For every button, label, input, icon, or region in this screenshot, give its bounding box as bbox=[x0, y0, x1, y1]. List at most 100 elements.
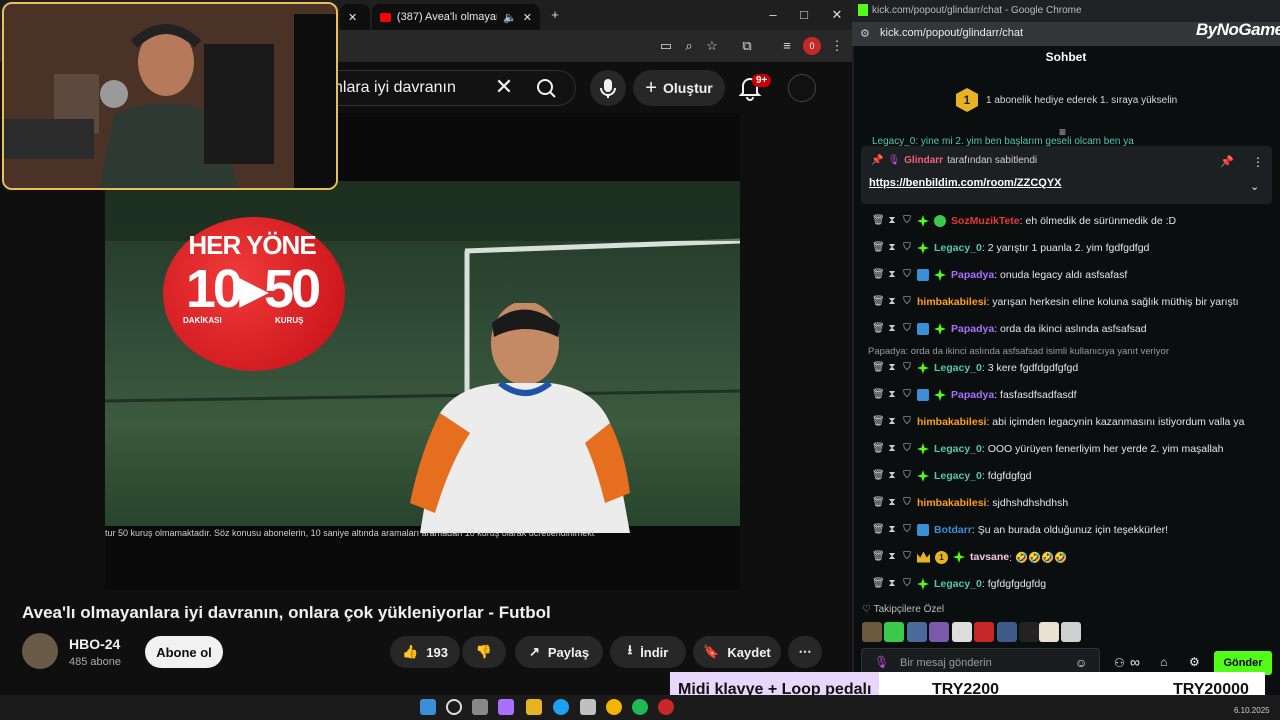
chat-message[interactable]: 🗑 ⧗ ⛉ SozMuzikTete: eh ölmedik de sürünmedi… bbox=[872, 211, 1176, 231]
chat-username[interactable]: SozMuzikTete bbox=[951, 215, 1020, 227]
chat-message[interactable]: 🗑 ⧗ ⛉ himbakabilesi: abi içimden legacynin … bbox=[872, 412, 1244, 432]
close-icon[interactable]: ✕ bbox=[348, 11, 357, 24]
account-avatar[interactable] bbox=[788, 74, 816, 102]
chat-username[interactable]: Legacy_0 bbox=[934, 362, 982, 374]
trash-icon[interactable]: 🗑 bbox=[872, 579, 885, 589]
chat-message[interactable]: 🗑 ⧗ ⛉ Papadya: orda da ikinci aslında asfsa… bbox=[872, 319, 1147, 339]
new-tab-icon[interactable]: + bbox=[545, 6, 565, 24]
timeout-icon[interactable]: ⧗ bbox=[887, 324, 897, 334]
active-tab[interactable]: (387) Avea'lı olmayanlara iyi d 🔈 ✕ bbox=[372, 4, 540, 30]
chat-username[interactable]: Botdarr bbox=[934, 524, 972, 536]
task-view-icon[interactable] bbox=[472, 699, 488, 715]
minimize-icon[interactable]: – bbox=[763, 6, 783, 24]
infinity-icon[interactable]: ∞ bbox=[1130, 654, 1140, 670]
close-window-icon[interactable]: ✕ bbox=[827, 6, 847, 24]
emote-7[interactable] bbox=[997, 622, 1017, 642]
chat-username[interactable]: himbakabilesi bbox=[917, 296, 986, 308]
timeout-icon[interactable]: ⧗ bbox=[887, 243, 897, 253]
chat-username[interactable]: Legacy_0 bbox=[934, 443, 982, 455]
emote-3[interactable] bbox=[907, 622, 927, 642]
extensions-icon[interactable]: ⧉ bbox=[738, 37, 756, 55]
chat-message[interactable]: 🗑 ⧗ ⛉ Botdarr: Şu an burada olduğunuz için … bbox=[872, 520, 1168, 540]
trash-icon[interactable]: 🗑 bbox=[872, 552, 885, 562]
settings-gear-icon[interactable]: ⚙ bbox=[1189, 655, 1200, 669]
shield-icon[interactable]: ⛉ bbox=[902, 444, 912, 454]
chat-message[interactable]: 🗑 ⧗ ⛉ himbakabilesi: sjdhshdhshdhsh bbox=[872, 493, 1068, 513]
timeout-icon[interactable]: ⧗ bbox=[887, 297, 897, 307]
chat-username[interactable]: Legacy_0 bbox=[934, 470, 982, 482]
download-button[interactable]: ⭳ İndir bbox=[610, 636, 686, 668]
store-icon[interactable]: ⌂ bbox=[1160, 655, 1167, 669]
chat-message[interactable]: 🗑 ⧗ ⛉ Legacy_0: fdgfdgfgd bbox=[872, 466, 1032, 486]
profile-icon[interactable]: 0 bbox=[803, 37, 821, 55]
store-app-icon[interactable] bbox=[580, 699, 596, 715]
mic-icon[interactable]: 🎙 bbox=[874, 655, 889, 669]
trash-icon[interactable]: 🗑 bbox=[872, 243, 885, 253]
more-actions-button[interactable]: ⋯ bbox=[788, 636, 822, 668]
emote-1[interactable] bbox=[862, 622, 882, 642]
site-settings-icon[interactable]: ⚙ bbox=[860, 27, 870, 40]
shield-icon[interactable]: ⛉ bbox=[902, 417, 912, 427]
trash-icon[interactable]: 🗑 bbox=[872, 471, 885, 481]
shield-icon[interactable]: ⛉ bbox=[902, 498, 912, 508]
bookmark-star-icon[interactable]: ☆ bbox=[703, 37, 721, 55]
search-icon[interactable] bbox=[446, 699, 462, 715]
chat-username[interactable]: Papadya bbox=[951, 389, 994, 401]
app-icon[interactable] bbox=[658, 699, 674, 715]
menu-icon[interactable]: ⋮ bbox=[828, 37, 846, 55]
unpin-icon[interactable]: 📌 bbox=[1220, 155, 1234, 168]
timeout-icon[interactable]: ⧗ bbox=[887, 270, 897, 280]
edge-icon[interactable] bbox=[553, 699, 569, 715]
chat-username[interactable]: himbakabilesi bbox=[917, 416, 986, 428]
zoom-icon[interactable]: ⌕ bbox=[680, 37, 698, 55]
timeout-icon[interactable]: ⧗ bbox=[887, 216, 897, 226]
chat-message[interactable]: 🗑 ⧗ ⛉ Legacy_0: OOO yürüyen fenerliyim her … bbox=[872, 439, 1223, 459]
chat-username[interactable]: Papadya bbox=[951, 323, 994, 335]
timeout-icon[interactable]: ⧗ bbox=[887, 417, 897, 427]
chat-message[interactable]: 🗑 ⧗ ⛉ Papadya: fasfasdfsadfasdf bbox=[872, 385, 1077, 405]
chat-message[interactable]: 🗑 ⧗ ⛉ Legacy_0: fgfdgfgdgfdg bbox=[872, 574, 1046, 594]
emote-6[interactable] bbox=[974, 622, 994, 642]
trash-icon[interactable]: 🗑 bbox=[872, 324, 885, 334]
like-button[interactable]: 👍 193 bbox=[390, 636, 460, 668]
dislike-button[interactable]: 👎 bbox=[462, 636, 506, 668]
channel-name[interactable]: HBO-24 bbox=[69, 636, 120, 652]
trash-icon[interactable]: 🗑 bbox=[872, 297, 885, 307]
timeout-icon[interactable]: ⧗ bbox=[887, 390, 897, 400]
trash-icon[interactable]: 🗑 bbox=[872, 525, 885, 535]
emote-10[interactable] bbox=[1061, 622, 1081, 642]
chevron-down-icon[interactable]: ⌄ bbox=[1250, 180, 1259, 193]
chat-message[interactable]: 🗑 ⧗ ⛉ Legacy_0: 3 kere fgdfdgdfgfgd bbox=[872, 358, 1078, 378]
trash-icon[interactable]: 🗑 bbox=[872, 390, 885, 400]
windows-start-icon[interactable] bbox=[420, 699, 436, 715]
timeout-icon[interactable]: ⧗ bbox=[887, 498, 897, 508]
trash-icon[interactable]: 🗑 bbox=[872, 363, 885, 373]
file-explorer-icon[interactable] bbox=[526, 699, 542, 715]
search-input[interactable]: nlara iyi davranın bbox=[334, 79, 456, 97]
emote-9[interactable] bbox=[1039, 622, 1059, 642]
shield-icon[interactable]: ⛉ bbox=[902, 216, 912, 226]
chrome-icon[interactable] bbox=[606, 699, 622, 715]
shield-icon[interactable]: ⛉ bbox=[902, 363, 912, 373]
emote-4[interactable] bbox=[929, 622, 949, 642]
emote-8[interactable] bbox=[1019, 622, 1039, 642]
timeout-icon[interactable]: ⧗ bbox=[887, 579, 897, 589]
shield-icon[interactable]: ⛉ bbox=[902, 270, 912, 280]
shield-icon[interactable]: ⛉ bbox=[902, 297, 912, 307]
chat-message[interactable]: 🗑 ⧗ ⛉ Papadya: onuda legacy aldı asfsafasf bbox=[872, 265, 1127, 285]
maximize-icon[interactable]: □ bbox=[794, 6, 814, 24]
close-icon[interactable]: ✕ bbox=[523, 11, 532, 24]
sub-goal-banner[interactable]: 1 1 abonelik hediye ederek 1. sıraya yük… bbox=[956, 88, 1177, 112]
save-button[interactable]: 🔖 Kaydet bbox=[693, 636, 781, 668]
search-icon[interactable] bbox=[530, 74, 564, 102]
subscribe-button[interactable]: Abone ol bbox=[145, 636, 223, 668]
emoji-picker-icon[interactable]: ☺ bbox=[1075, 656, 1087, 670]
chat-username[interactable]: Legacy_0 bbox=[934, 242, 982, 254]
shield-icon[interactable]: ⛉ bbox=[902, 471, 912, 481]
create-button[interactable]: + Oluştur bbox=[633, 70, 725, 106]
timeout-icon[interactable]: ⧗ bbox=[887, 471, 897, 481]
chat-message[interactable]: 🗑 ⧗ ⛉ 1 tavsane: 🤣🤣🤣🤣 bbox=[872, 547, 1067, 567]
shield-icon[interactable]: ⛉ bbox=[902, 324, 912, 334]
trash-icon[interactable]: 🗑 bbox=[872, 417, 885, 427]
chat-username[interactable]: Legacy_0 bbox=[934, 578, 982, 590]
